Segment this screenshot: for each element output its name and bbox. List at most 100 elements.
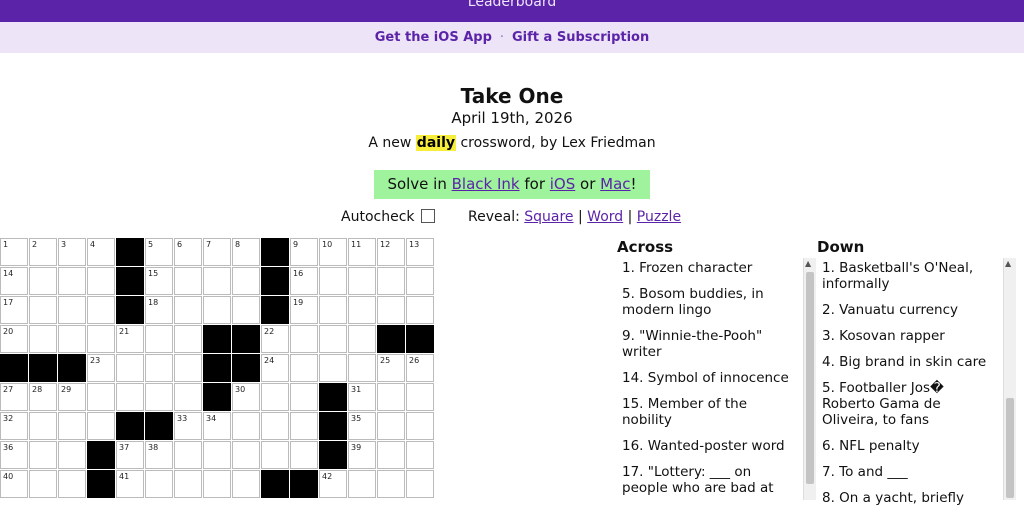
grid-cell[interactable]: [174, 441, 202, 469]
grid-cell[interactable]: 4: [87, 238, 115, 266]
across-clue[interactable]: 9. "Winnie-the-Pooh" writer: [622, 328, 800, 360]
grid-cell[interactable]: [116, 383, 144, 411]
across-clue[interactable]: 17. "Lottery: ___ on people who are bad …: [622, 464, 800, 496]
down-scrollbar[interactable]: ▲: [1003, 258, 1016, 500]
grid-cell[interactable]: [145, 354, 173, 382]
grid-cell[interactable]: [319, 296, 347, 324]
grid-cell[interactable]: 24: [261, 354, 289, 382]
grid-cell[interactable]: [29, 412, 57, 440]
grid-cell[interactable]: [319, 325, 347, 353]
grid-cell[interactable]: [406, 441, 434, 469]
grid-cell[interactable]: 35: [348, 412, 376, 440]
grid-cell[interactable]: [290, 325, 318, 353]
scroll-up-arrow-icon[interactable]: ▲: [1005, 259, 1011, 268]
grid-cell[interactable]: [406, 383, 434, 411]
grid-cell[interactable]: [232, 267, 260, 295]
grid-cell[interactable]: [116, 354, 144, 382]
grid-cell[interactable]: [87, 383, 115, 411]
grid-cell[interactable]: [290, 383, 318, 411]
across-scrollbar[interactable]: ▲: [803, 258, 816, 500]
grid-cell[interactable]: [406, 267, 434, 295]
grid-cell[interactable]: [406, 470, 434, 498]
grid-cell[interactable]: [377, 267, 405, 295]
grid-cell[interactable]: 2: [29, 238, 57, 266]
grid-cell[interactable]: 33: [174, 412, 202, 440]
grid-cell[interactable]: [290, 412, 318, 440]
grid-cell[interactable]: 10: [319, 238, 347, 266]
grid-cell[interactable]: [174, 267, 202, 295]
down-clue[interactable]: 2. Vanuatu currency: [822, 302, 1000, 318]
grid-cell[interactable]: 37: [116, 441, 144, 469]
grid-cell[interactable]: 31: [348, 383, 376, 411]
grid-cell[interactable]: 15: [145, 267, 173, 295]
grid-cell[interactable]: [261, 383, 289, 411]
grid-cell[interactable]: 26: [406, 354, 434, 382]
leaderboard-link[interactable]: Leaderboard: [0, 0, 1024, 10]
grid-cell[interactable]: [145, 325, 173, 353]
grid-cell[interactable]: [232, 296, 260, 324]
down-clue[interactable]: 6. NFL penalty: [822, 438, 1000, 454]
grid-cell[interactable]: 23: [87, 354, 115, 382]
grid-cell[interactable]: 36: [0, 441, 28, 469]
grid-cell[interactable]: [58, 412, 86, 440]
grid-cell[interactable]: 7: [203, 238, 231, 266]
grid-cell[interactable]: [261, 441, 289, 469]
down-clue[interactable]: 5. Footballer Jos� Roberto Gama de Olive…: [822, 380, 1000, 428]
down-clue[interactable]: 3. Kosovan rapper: [822, 328, 1000, 344]
grid-cell[interactable]: [406, 296, 434, 324]
grid-cell[interactable]: 3: [58, 238, 86, 266]
reveal-puzzle-link[interactable]: Puzzle: [637, 209, 681, 225]
black-ink-link[interactable]: Black Ink: [452, 175, 520, 193]
grid-cell[interactable]: 1: [0, 238, 28, 266]
grid-cell[interactable]: 40: [0, 470, 28, 498]
grid-cell[interactable]: [290, 354, 318, 382]
grid-cell[interactable]: [29, 470, 57, 498]
grid-cell[interactable]: 17: [0, 296, 28, 324]
grid-cell[interactable]: 11: [348, 238, 376, 266]
grid-cell[interactable]: [377, 441, 405, 469]
grid-cell[interactable]: [174, 470, 202, 498]
across-clue[interactable]: 14. Symbol of innocence: [622, 370, 800, 386]
grid-cell[interactable]: [261, 412, 289, 440]
grid-cell[interactable]: [377, 296, 405, 324]
grid-cell[interactable]: 39: [348, 441, 376, 469]
grid-cell[interactable]: [29, 325, 57, 353]
grid-cell[interactable]: 21: [116, 325, 144, 353]
grid-cell[interactable]: [29, 267, 57, 295]
gift-subscription-link[interactable]: Gift a Subscription: [512, 30, 649, 45]
grid-cell[interactable]: [174, 325, 202, 353]
grid-cell[interactable]: [232, 470, 260, 498]
grid-cell[interactable]: [174, 383, 202, 411]
mac-link[interactable]: Mac: [600, 175, 630, 193]
grid-cell[interactable]: 41: [116, 470, 144, 498]
grid-cell[interactable]: 30: [232, 383, 260, 411]
down-clue[interactable]: 8. On a yacht, briefly: [822, 490, 1000, 506]
grid-cell[interactable]: [58, 325, 86, 353]
grid-cell[interactable]: [348, 296, 376, 324]
grid-cell[interactable]: 20: [0, 325, 28, 353]
down-scrollbar-thumb[interactable]: [1006, 398, 1014, 498]
reveal-word-link[interactable]: Word: [587, 209, 623, 225]
across-clue[interactable]: 16. Wanted-poster word: [622, 438, 800, 454]
grid-cell[interactable]: [58, 267, 86, 295]
grid-cell[interactable]: [348, 325, 376, 353]
across-clue[interactable]: 5. Bosom buddies, in modern lingo: [622, 286, 800, 318]
grid-cell[interactable]: [203, 441, 231, 469]
grid-cell[interactable]: 28: [29, 383, 57, 411]
grid-cell[interactable]: [406, 412, 434, 440]
grid-cell[interactable]: 27: [0, 383, 28, 411]
grid-cell[interactable]: [203, 470, 231, 498]
grid-cell[interactable]: [203, 296, 231, 324]
grid-cell[interactable]: [290, 441, 318, 469]
grid-cell[interactable]: [377, 470, 405, 498]
across-clue[interactable]: 1. Frozen character: [622, 260, 800, 276]
grid-cell[interactable]: [377, 412, 405, 440]
down-clue[interactable]: 4. Big brand in skin care: [822, 354, 1000, 370]
grid-cell[interactable]: 5: [145, 238, 173, 266]
across-clue[interactable]: 15. Member of the nobility: [622, 396, 800, 428]
scroll-up-arrow-icon[interactable]: ▲: [805, 259, 811, 268]
grid-cell[interactable]: [377, 383, 405, 411]
grid-cell[interactable]: 18: [145, 296, 173, 324]
grid-cell[interactable]: 42: [319, 470, 347, 498]
grid-cell[interactable]: 8: [232, 238, 260, 266]
